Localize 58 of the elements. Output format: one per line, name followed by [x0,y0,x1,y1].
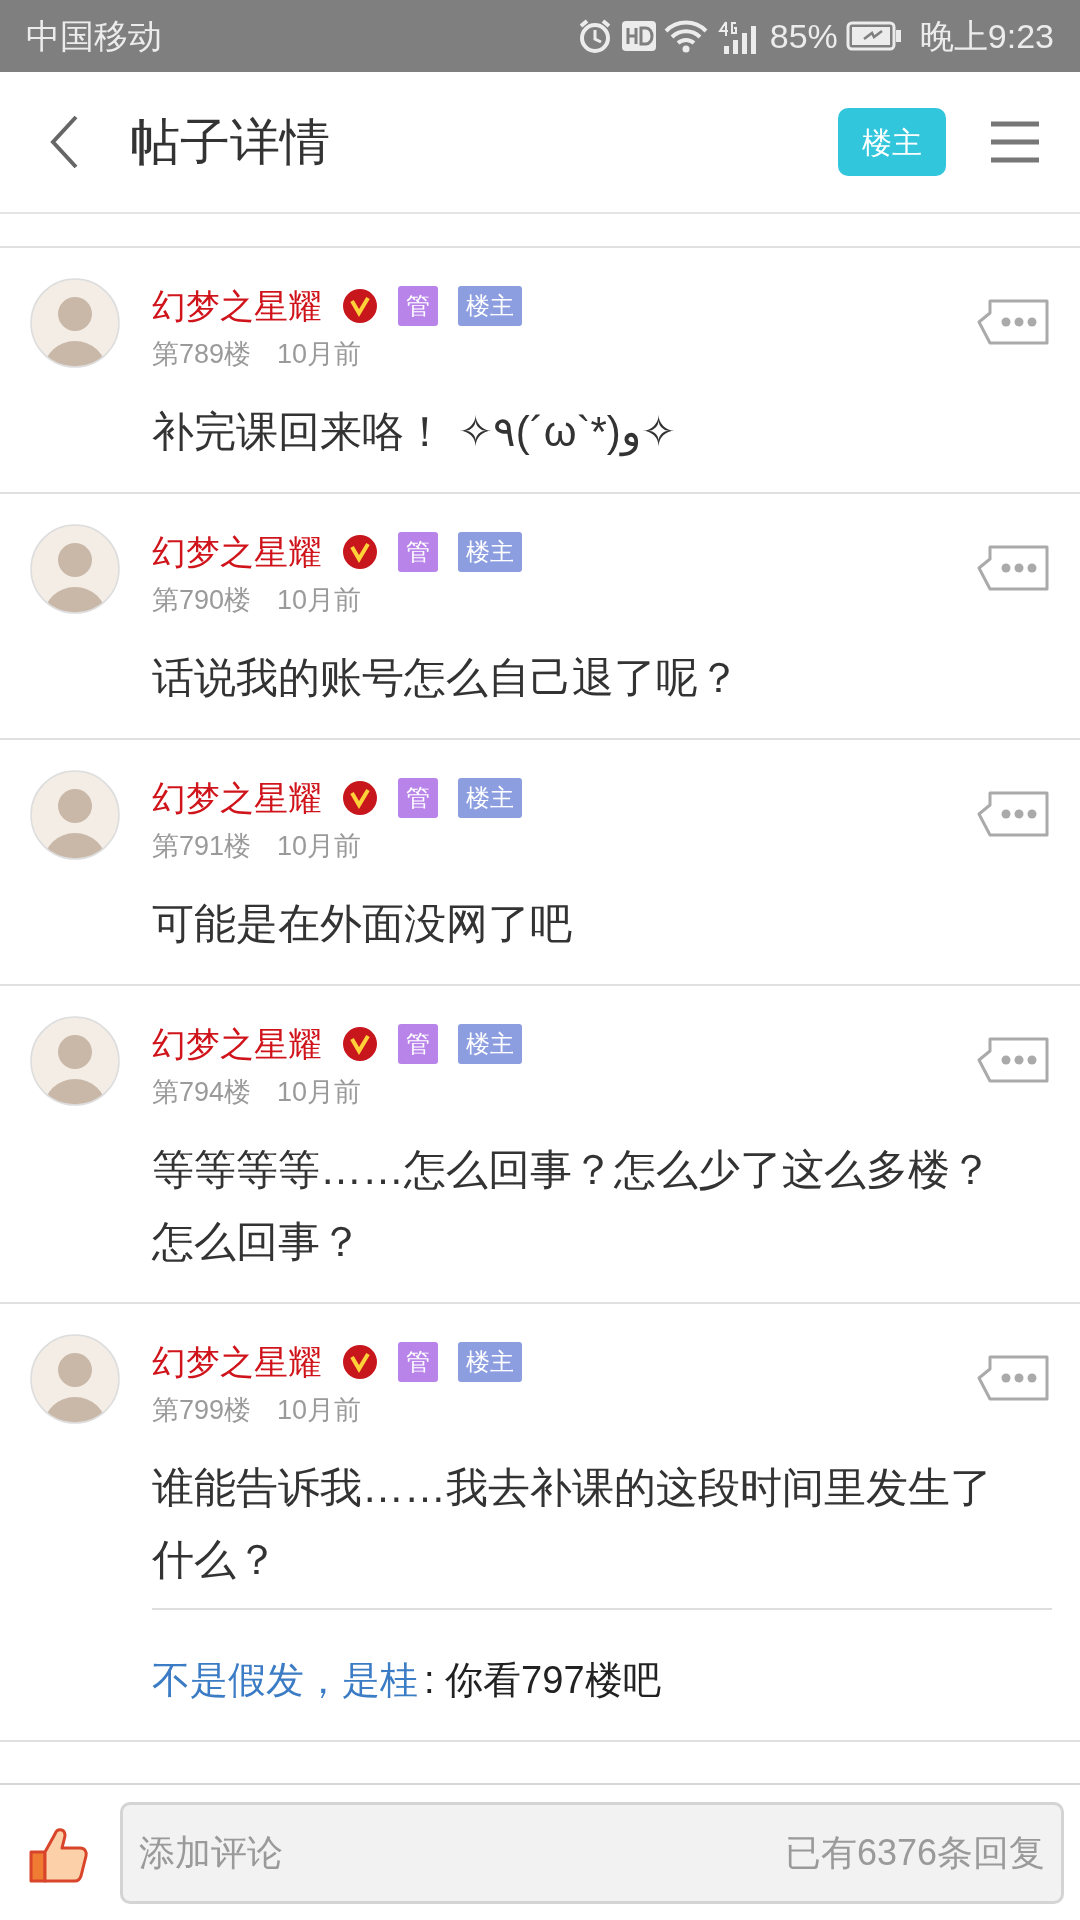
battery-percent: 85% [769,15,838,57]
role-tag: 楼主 [458,778,522,818]
comment-placeholder: 添加评论 [139,1830,283,1875]
speech-bubble-icon [976,790,1050,838]
post-text: 可能是在外面没网了吧 [152,899,573,949]
more-options-button[interactable] [976,1036,1050,1084]
speech-bubble-icon [976,1354,1050,1402]
more-options-button[interactable] [976,544,1050,592]
verified-icon [342,1026,378,1062]
floor-number: 第790楼 [152,583,252,617]
role-tag: 楼主 [458,1342,522,1382]
reply-count: 已有6376条回复 [784,1830,1045,1875]
post-time: 10月前 [277,583,362,617]
carrier-name: 中国移动 [26,15,162,57]
back-icon [49,115,79,169]
more-options-button[interactable] [976,1354,1050,1402]
hd-icon [621,21,656,51]
verified-icon [342,780,378,816]
post-time: 10月前 [277,1393,362,1427]
role-tag: 楼主 [458,532,522,572]
verified-icon [342,1344,378,1380]
speech-bubble-icon [976,298,1050,346]
role-tag: 管 [398,532,438,572]
role-tag: 管 [398,286,438,326]
menu-icon [991,121,1039,163]
more-options-button[interactable] [976,298,1050,346]
post-text: 话说我的账号怎么自己退了呢？ [152,653,741,703]
role-tag: 楼主 [458,286,522,326]
author-name[interactable]: 幻梦之星耀 [152,1018,322,1070]
role-tag: 管 [398,778,438,818]
verified-icon [342,288,378,324]
role-tag: 管 [398,1024,438,1064]
floor-number: 第789楼 [152,337,252,371]
wifi-icon [663,19,708,53]
floor-number: 第799楼 [152,1393,252,1427]
clock-time: 晚上9:23 [919,15,1054,57]
role-tag: 管 [398,1342,438,1382]
more-options-button[interactable] [976,790,1050,838]
post-text: 等等等等……怎么回事？怎么少了这么多楼？怎么回事？ [152,1145,993,1267]
post-text: 谁能告诉我……我去补课的这段时间里发生了什么？ [152,1463,993,1585]
page-title: 帖子详情 [130,112,330,172]
reply-author[interactable]: 不是假发，是桂 [152,1651,418,1709]
post-time: 10月前 [277,337,362,371]
author-name[interactable]: 幻梦之星耀 [152,280,322,332]
post-text: 补完课回来咯！ ✧٩(´ω`*)و✧ [152,407,677,459]
author-name[interactable]: 幻梦之星耀 [152,1336,322,1388]
author-name[interactable]: 幻梦之星耀 [152,772,322,824]
post-time: 10月前 [277,829,362,863]
verified-icon [342,534,378,570]
reply-text: : 你看797楼吧 [424,1657,661,1703]
floor-number: 第794楼 [152,1075,252,1109]
floor-number: 第791楼 [152,829,252,863]
post-time: 10月前 [277,1075,362,1109]
role-tag: 楼主 [458,1024,522,1064]
author-name[interactable]: 幻梦之星耀 [152,526,322,578]
speech-bubble-icon [976,1036,1050,1084]
battery-icon [845,21,902,51]
speech-bubble-icon [976,544,1050,592]
